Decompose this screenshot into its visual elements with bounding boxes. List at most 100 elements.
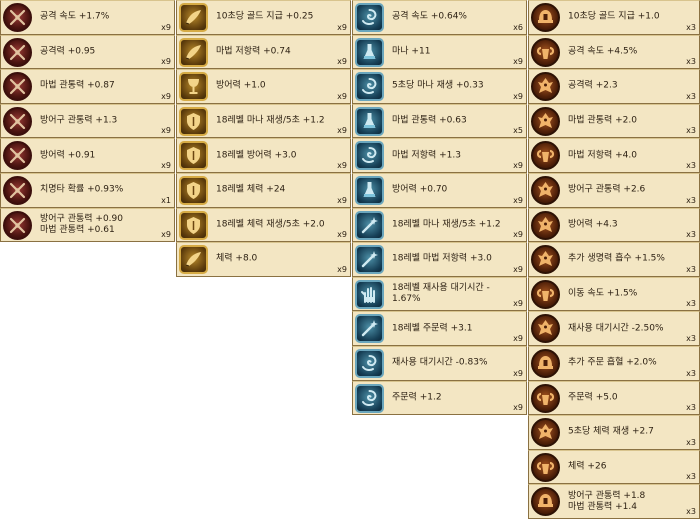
rune-stat-label: 18레벨 마나 재생/5초 +1.2 (216, 115, 325, 126)
rune-entry: 방어력 +1.0 x9 (176, 69, 351, 104)
rune-stat-label: 방어력 +0.91 (40, 150, 96, 161)
rune-entry: 방어구 관통력 +2.6 x3 (528, 172, 700, 208)
rune-count: x9 (337, 160, 347, 170)
rune-count: x3 (686, 160, 696, 170)
rune-entry: 18레벨 체력 +24 x9 (176, 172, 351, 208)
flask-icon (355, 37, 384, 67)
dragon-icon (531, 72, 560, 102)
rune-count: x3 (686, 264, 696, 274)
rune-stat-label: 이동 속도 +1.5% (568, 288, 638, 299)
rune-stat-label: 마나 +11 (392, 46, 431, 57)
rune-count: x9 (513, 264, 523, 274)
rune-entry: 주문력 +1.2 x9 (352, 380, 527, 416)
swords-icon (3, 141, 32, 171)
rune-entry: 공격력 +0.95 x9 (0, 34, 175, 70)
rune-count: x9 (337, 126, 347, 136)
rune-entry: 재사용 대기시간 -2.50% x3 (528, 311, 700, 346)
rune-stat-label: 10초당 골드 지급 +1.0 (568, 11, 660, 22)
dragon-icon (531, 314, 560, 344)
rune-stat-label: 마법 관통력 +0.87 (40, 80, 115, 91)
rune-stat-label: 마법 저항력 +4.0 (568, 150, 637, 161)
swords-icon (3, 106, 32, 136)
rune-count: x9 (337, 230, 347, 240)
rune-entry: 추가 생명력 흡수 +1.5% x3 (528, 242, 700, 277)
rune-count: x9 (513, 403, 523, 413)
rune-stat-label: 방어구 관통력 +1.3 (40, 115, 118, 126)
rune-entry: 방어력 +0.70 x9 (352, 172, 527, 208)
helmet-icon (531, 3, 560, 32)
rune-stat-label: 공격 속도 +0.64% (392, 11, 467, 22)
rune-entry: 방어구 관통력 +1.3 x9 (0, 103, 175, 139)
rune-entry: 체력 +26 x3 (528, 449, 700, 485)
rune-stat-label: 치명타 확률 +0.93% (40, 184, 124, 195)
rune-count: x9 (513, 57, 523, 67)
rune-stat-label: 18레벨 체력 재생/5초 +2.0 (216, 219, 325, 230)
dragon-icon (531, 418, 560, 448)
rune-stat-label: 체력 +26 (568, 461, 607, 472)
flask-icon (355, 175, 384, 205)
swords-icon (3, 3, 32, 32)
rune-count: x3 (686, 333, 696, 343)
rune-count: x9 (513, 195, 523, 205)
rune-entry: 마법 저항력 +1.3 x9 (352, 138, 527, 173)
swords-icon (3, 175, 32, 205)
rune-entry: 10초당 골드 지급 +0.25 x9 (176, 0, 351, 35)
dragon-icon (531, 106, 560, 136)
shield-icon (179, 210, 208, 240)
rune-count: x9 (513, 333, 523, 343)
rune-count: x9 (161, 126, 171, 136)
rune-count: x3 (686, 230, 696, 240)
rune-entry: 이동 속도 +1.5% x3 (528, 276, 700, 312)
rune-stat-label: 마법 관통력 +2.0 (568, 115, 637, 126)
rune-column-quintessence: 10초당 골드 지급 +1.0 x3 공격 속도 +4.5% x3 공격력 +2.3 x3… (528, 0, 700, 519)
wand-icon (355, 210, 384, 240)
ram-icon (531, 383, 560, 413)
rune-column-red: 공격 속도 +1.7% x9 공격력 +0.95 x9 마법 관통력 +0.87 x9 방어… (0, 0, 175, 243)
rune-stat-label: 공격력 +2.3 (568, 80, 618, 91)
rune-stat-label: 추가 주문 흡혈 +2.0% (568, 357, 657, 368)
rune-entry: 마법 관통력 +0.63 x5 (352, 103, 527, 139)
rune-count: x9 (337, 195, 347, 205)
shield-icon (179, 141, 208, 171)
swirl-icon (355, 141, 384, 171)
ram-icon (531, 37, 560, 67)
rune-count: x3 (686, 57, 696, 67)
rune-entry: 18레벨 마법 저항력 +3.0 x9 (352, 242, 527, 277)
shield-icon (179, 106, 208, 136)
rune-entry: 10초당 골드 지급 +1.0 x3 (528, 0, 700, 35)
rune-entry: 방어구 관통력 +1.8 마법 관통력 +1.4 x3 (528, 484, 700, 519)
rune-count: x9 (161, 22, 171, 32)
ram-icon (531, 279, 560, 309)
helmet-icon (531, 348, 560, 378)
dragon-icon (531, 175, 560, 205)
rune-stat-label: 공격력 +0.95 (40, 46, 96, 57)
rune-entry: 재사용 대기시간 -0.83% x9 (352, 345, 527, 381)
rune-stat-label: 방어력 +0.70 (392, 184, 448, 195)
rune-count: x1 (161, 195, 171, 205)
rune-count: x3 (686, 126, 696, 136)
swirl-icon (355, 348, 384, 378)
rune-count: x6 (513, 22, 523, 32)
rune-count: x5 (513, 126, 523, 136)
rune-count: x3 (686, 506, 696, 516)
hand-icon (355, 279, 384, 309)
rune-entry: 마법 저항력 +4.0 x3 (528, 138, 700, 173)
horn-icon (179, 37, 208, 67)
rune-stat-label: 방어력 +1.0 (216, 80, 266, 91)
rune-count: x3 (686, 299, 696, 309)
rune-stat-label: 방어구 관통력 +0.90 마법 관통력 +0.61 (40, 213, 123, 235)
rune-stat-label: 18레벨 마나 재생/5초 +1.2 (392, 219, 501, 230)
rune-stat-label: 공격 속도 +4.5% (568, 46, 638, 57)
rune-stat-label: 주문력 +1.2 (392, 392, 442, 403)
rune-count: x9 (337, 91, 347, 101)
rune-column-blue: 공격 속도 +0.64% x6 마나 +11 x9 5초당 마나 재생 +0.33 x9 마… (352, 0, 527, 416)
rune-stat-label: 18레벨 주문력 +3.1 (392, 323, 473, 334)
rune-stat-label: 추가 생명력 흡수 +1.5% (568, 253, 665, 264)
swirl-icon (355, 72, 384, 102)
rune-count: x3 (686, 195, 696, 205)
rune-count: x3 (686, 403, 696, 413)
rune-entry: 공격 속도 +1.7% x9 (0, 0, 175, 35)
rune-stat-label: 마법 저항력 +1.3 (392, 150, 461, 161)
helmet-icon (531, 487, 560, 517)
rune-stat-label: 방어구 관통력 +2.6 (568, 184, 646, 195)
